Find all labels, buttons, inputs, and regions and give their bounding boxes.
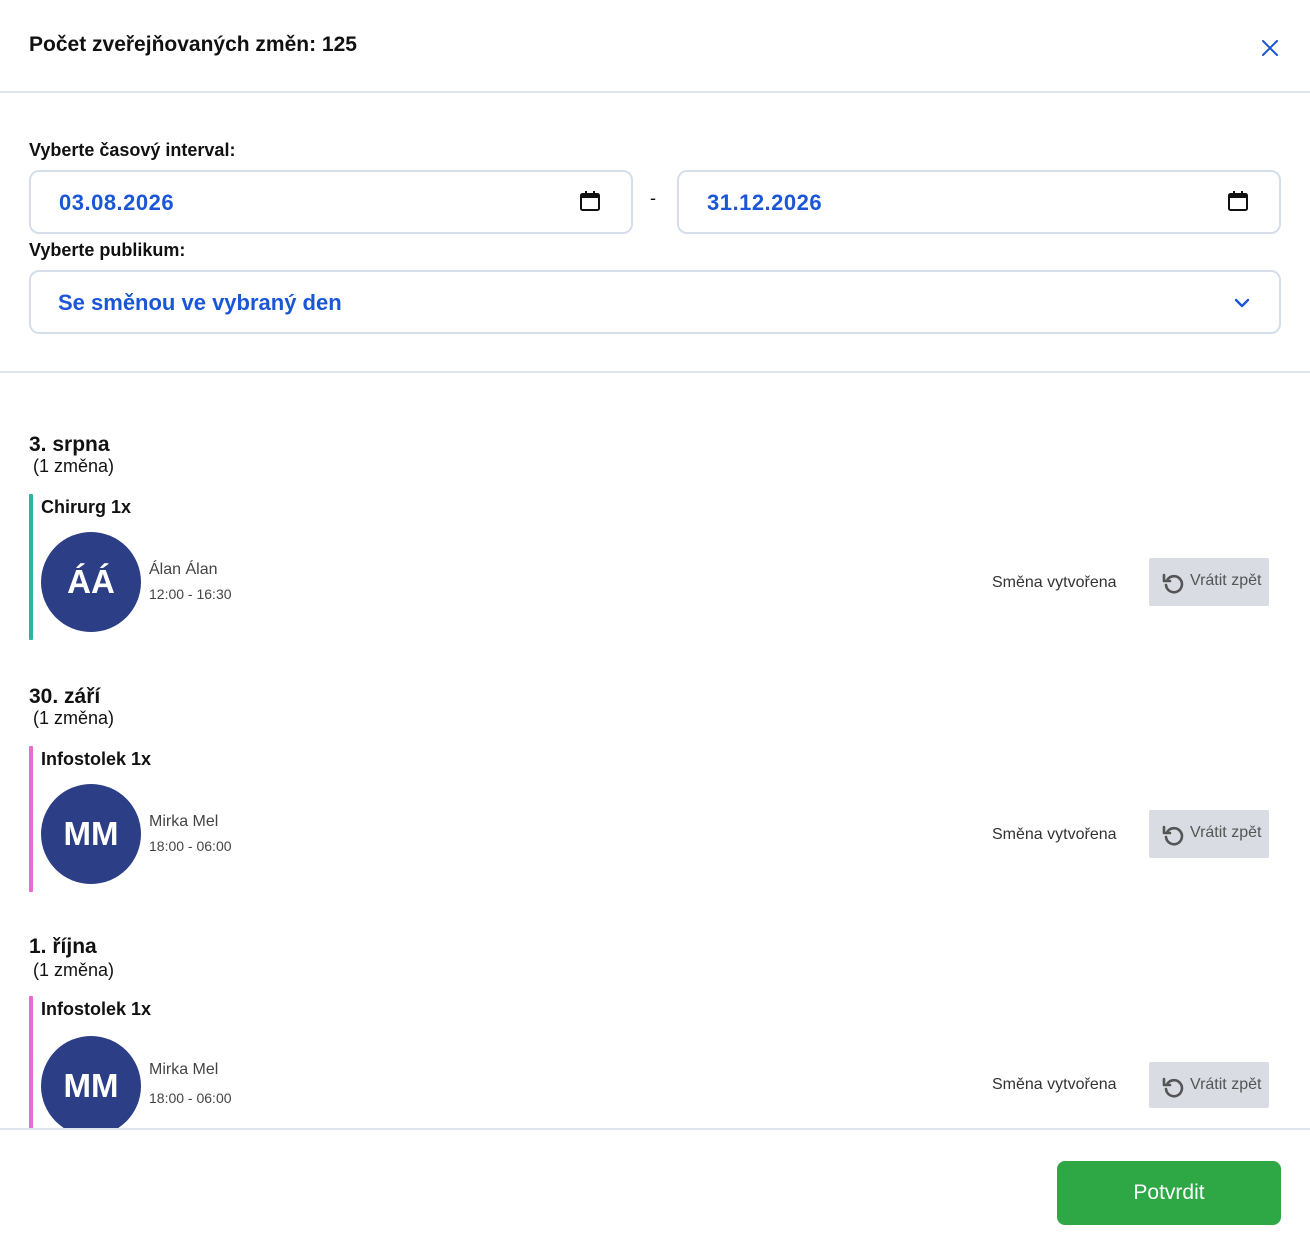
confirm-button[interactable]: Potvrdit [1057, 1161, 1281, 1225]
shift-status: Směna vytvořena [992, 1076, 1117, 1093]
group-color-bar [29, 996, 33, 1128]
date-from-input[interactable]: 03.08.2026 [29, 170, 633, 234]
shift-time: 18:00 - 06:00 [149, 838, 232, 854]
day-title: 3. srpna [29, 433, 110, 456]
person-name: Mirka Mel [149, 1061, 219, 1078]
close-button[interactable] [1256, 34, 1284, 62]
group-color-bar [29, 746, 33, 892]
person-name: Álan Álan [149, 561, 218, 578]
calendar-icon[interactable] [579, 190, 601, 212]
group-color-bar [29, 494, 33, 640]
undo-label: Vrátit zpět [1190, 824, 1262, 841]
shift-group: Infostolek 1x MM Mirka Mel 18:00 - 06:00… [29, 746, 1279, 892]
date-to-value: 31.12.2026 [707, 190, 823, 215]
day-change-count: (1 změna) [33, 456, 115, 476]
changes-list[interactable]: 3. srpna (1 změna) Chirurg 1x ÁÁ Álan Ál… [0, 375, 1310, 1128]
day-title: 30. září [29, 685, 101, 708]
chevron-down-icon [1234, 298, 1250, 308]
person-name: Mirka Mel [149, 813, 219, 830]
shift-status: Směna vytvořena [992, 826, 1117, 843]
date-separator: - [650, 188, 656, 208]
undo-icon [1162, 825, 1184, 846]
close-icon [1262, 40, 1278, 56]
undo-label: Vrátit zpět [1190, 572, 1262, 589]
group-title: Infostolek 1x [41, 749, 152, 769]
audience-selected-value: Se směnou ve vybraný den [58, 290, 342, 315]
interval-label: Vyberte časový interval: [29, 140, 236, 160]
modal-header: Počet zveřejňovaných změn: 125 [0, 0, 1310, 93]
shift-time: 12:00 - 16:30 [149, 586, 232, 602]
group-title: Infostolek 1x [41, 999, 152, 1019]
undo-icon [1162, 1077, 1184, 1098]
avatar: ÁÁ [41, 532, 141, 632]
filters-section: Vyberte časový interval: 03.08.2026 - 31… [0, 95, 1310, 373]
undo-button[interactable]: Vrátit zpět [1149, 1062, 1269, 1108]
shift-group: Chirurg 1x ÁÁ Álan Álan 12:00 - 16:30 Sm… [29, 494, 1279, 640]
audience-select[interactable]: Se směnou ve vybraný den [29, 270, 1281, 334]
day-change-count: (1 změna) [33, 960, 115, 980]
audience-label: Vyberte publikum: [29, 240, 186, 260]
undo-button[interactable]: Vrátit zpět [1149, 558, 1269, 606]
day-change-count: (1 změna) [33, 708, 115, 728]
shift-status: Směna vytvořena [992, 574, 1117, 591]
modal-title: Počet zveřejňovaných změn: 125 [29, 33, 357, 56]
shift-time: 18:00 - 06:00 [149, 1090, 232, 1106]
avatar: MM [41, 1036, 141, 1128]
day-title: 1. října [29, 935, 97, 958]
avatar: MM [41, 784, 141, 884]
date-to-input[interactable]: 31.12.2026 [677, 170, 1281, 234]
calendar-icon[interactable] [1227, 190, 1249, 212]
shift-group: Infostolek 1x MM Mirka Mel 18:00 - 06:00… [29, 996, 1279, 1128]
date-from-value: 03.08.2026 [59, 190, 175, 215]
modal-footer: Potvrdit [0, 1128, 1310, 1252]
publish-shifts-modal: Počet zveřejňovaných změn: 125 Vyberte č… [0, 0, 1310, 1252]
undo-button[interactable]: Vrátit zpět [1149, 810, 1269, 858]
group-title: Chirurg 1x [41, 497, 132, 517]
undo-label: Vrátit zpět [1190, 1076, 1262, 1093]
undo-icon [1162, 573, 1184, 594]
